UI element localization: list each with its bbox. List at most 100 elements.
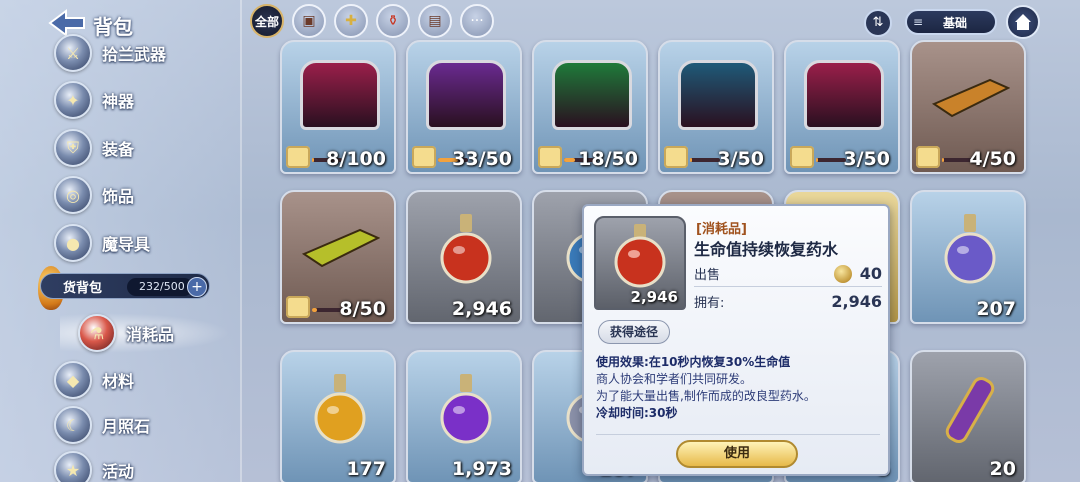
sidebar-item-artifact[interactable]: ✦ 神器 (54, 80, 134, 120)
sidebar-item-label: 拾兰武器 (102, 45, 167, 64)
obtain-source-button[interactable]: 获得途径 (598, 320, 670, 344)
item-card[interactable]: 177 (280, 350, 396, 482)
filter-chest-button[interactable]: ▣ (292, 4, 326, 38)
scroll-icon (930, 60, 1011, 140)
puzzle-icon (790, 146, 814, 168)
puzzle-icon (412, 146, 436, 168)
item-quantity: 1,973 (451, 458, 512, 480)
artifact-icon: ✦ (54, 81, 92, 119)
sidebar-item-event[interactable]: ★ 活动 (54, 450, 134, 482)
item-card[interactable]: 33/50 (406, 40, 522, 174)
chest-icon (426, 60, 506, 140)
sort-button[interactable]: ⇅ (864, 9, 892, 37)
sidebar-item-label: 装备 (102, 140, 135, 159)
home-button[interactable] (1006, 5, 1040, 39)
chest-icon (552, 60, 632, 140)
item-quantity: 3/50 (843, 148, 890, 170)
bag-label: 货背包 (63, 280, 103, 296)
sidebar-item-label: 材料 (102, 372, 135, 391)
mode-selector[interactable]: ≡ 基础 (905, 9, 997, 35)
sidebar-item-label: 月照石 (102, 417, 151, 436)
armor-icon: ⛨ (54, 129, 92, 167)
item-card[interactable]: 3/50 (658, 40, 774, 174)
sword-icon: ⚔ (54, 34, 92, 72)
more-icon: ··· (470, 13, 484, 29)
progress-bar (690, 158, 720, 162)
sidebar-divider (240, 0, 242, 482)
sidebar-item-magic-tool[interactable]: ● 魔导具 (54, 223, 150, 263)
item-card[interactable]: 4/50 (910, 40, 1026, 174)
chest-icon (804, 60, 884, 140)
item-card[interactable]: 3/50 (784, 40, 900, 174)
item-quantity: 3/50 (717, 148, 764, 170)
sidebar-item-moonstone[interactable]: ☾ 月照石 (54, 405, 150, 445)
mode-label: 基础 (942, 15, 967, 30)
sidebar-item-weapons[interactable]: ⚔ 拾兰武器 (54, 33, 166, 73)
item-quantity: 4/50 (969, 148, 1016, 170)
home-icon (1015, 14, 1031, 30)
crystal-icon: ◆ (54, 361, 92, 399)
potion-icon (300, 370, 380, 450)
sidebar-item-equipment[interactable]: ⛨ 装备 (54, 128, 134, 168)
desc-line: 商人协会和学者们共同研发。 (596, 372, 753, 386)
expand-bag-button[interactable]: + (187, 277, 207, 297)
item-quantity: 177 (346, 458, 386, 480)
item-quantity: 2,946 (630, 288, 678, 306)
sell-row: 出售 40 (694, 264, 882, 286)
divider (596, 434, 880, 435)
scroll-icon (300, 210, 381, 290)
cooldown-text: 冷却时间:30秒 (596, 406, 678, 420)
item-quantity: 8/50 (339, 298, 386, 320)
event-icon: ★ (54, 451, 92, 482)
item-thumbnail: 2,946 (594, 216, 686, 310)
progress-bar (816, 158, 846, 162)
filter-lines-icon: ≡ (912, 15, 924, 29)
sort-icon: ⇅ (872, 15, 884, 30)
item-card[interactable]: 18/50 (532, 40, 648, 174)
filter-more-button[interactable]: ··· (460, 4, 494, 38)
divider (694, 286, 882, 287)
use-button[interactable]: 使用 (676, 440, 798, 468)
sidebar-item-consumables[interactable]: ⚗ 消耗品 (78, 313, 174, 353)
owned-label: 拥有: (694, 296, 725, 311)
potion-icon (614, 224, 666, 288)
sidebar-item-label: 魔导具 (102, 235, 151, 254)
puzzle-icon (538, 146, 562, 168)
item-card[interactable]: 207 (910, 190, 1026, 324)
filter-all-button[interactable]: 全部 (250, 4, 284, 38)
item-quantity: 20 (989, 458, 1016, 480)
staff-icon (930, 370, 1010, 450)
desc-line: 为了能大量出售,制作而成的改良型药水。 (596, 389, 816, 403)
item-quantity: 8/100 (326, 148, 386, 170)
progress-fill (690, 158, 692, 162)
progress-fill (564, 158, 575, 162)
filter-map-button[interactable]: ▤ (418, 4, 452, 38)
item-card[interactable]: 8/50 (280, 190, 396, 324)
sidebar-item-label: 饰品 (102, 187, 135, 206)
item-card[interactable]: 8/100 (280, 40, 396, 174)
item-card[interactable]: 2,946 (406, 190, 522, 324)
filter-potion-button[interactable]: ⚱ (376, 4, 410, 38)
potion-icon: ⚗ (78, 314, 116, 352)
progress-fill (816, 158, 818, 162)
item-name: 生命值持续恢复药水 (694, 240, 839, 259)
item-card[interactable]: 1,973 (406, 350, 522, 482)
progress-fill (312, 158, 315, 162)
filter-puzzle-button[interactable]: ✚ (334, 4, 368, 38)
sidebar-item-materials[interactable]: ◆ 材料 (54, 360, 134, 400)
bag-capacity-row[interactable]: 货背包 232/500 + (40, 273, 210, 299)
moonstone-icon: ☾ (54, 406, 92, 444)
sidebar-item-label: 消耗品 (126, 325, 175, 344)
sell-label: 出售 (694, 268, 721, 283)
owned-row: 拥有: 2,946 (694, 292, 882, 314)
sidebar-item-accessory[interactable]: ◎ 饰品 (54, 175, 134, 215)
effect-label: 使用效果: (596, 355, 649, 369)
item-card[interactable]: 20 (910, 350, 1026, 482)
chest-icon: ▣ (302, 13, 316, 29)
progress-fill (942, 158, 945, 162)
coin-icon (834, 265, 852, 283)
sidebar-item-label: 活动 (102, 462, 135, 481)
puzzle-icon (286, 146, 310, 168)
filter-all-label: 全部 (254, 14, 279, 29)
item-quantity: 33/50 (452, 148, 512, 170)
